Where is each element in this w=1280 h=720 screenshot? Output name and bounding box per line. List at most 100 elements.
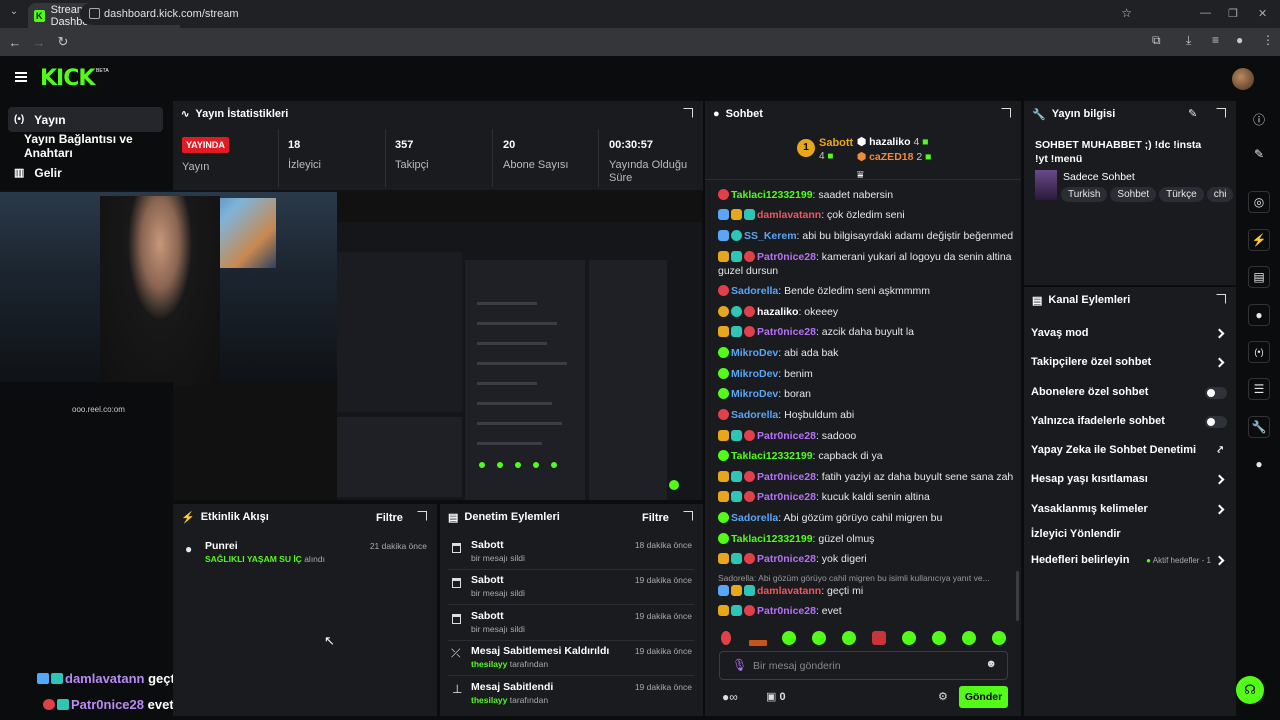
emote-2[interactable] [812,631,826,645]
trash-icon [452,614,461,624]
microphone-icon[interactable]: 🎙 [732,658,747,672]
bookmark-star-icon[interactable]: ☆ [1121,6,1132,20]
chevron-right-icon [1214,474,1225,484]
action-emote-only[interactable]: Yalnızca ifadelerle sohbet [1031,415,1227,428]
emote-bar[interactable] [749,640,767,646]
moderation-popout-icon[interactable] [683,511,693,521]
forward-icon[interactable]: → [27,35,51,50]
emote-only-toggle[interactable] [1205,416,1227,428]
edit-pencil-icon[interactable]: ✎ [1188,107,1197,120]
reply-preview: Sadorella: Abi gözüm görüyo cahil migren… [718,573,990,583]
action-subscribers-only[interactable]: Abonelere özel sohbet [1031,386,1227,399]
emote-6[interactable] [932,631,946,645]
chat-filter-icon[interactable]: ⩸ [857,169,864,182]
send-button[interactable]: Gönder [959,686,1008,708]
site-info-icon[interactable] [89,8,100,19]
emote-8[interactable] [992,631,1006,645]
window-close-icon[interactable]: ✕ [1258,7,1267,20]
activity-filter-button[interactable]: Filtre [376,512,403,524]
rail-camera-icon[interactable]: ◎ [1238,191,1280,213]
edit-icon[interactable]: ✎ [1238,147,1280,161]
action-goals[interactable]: Hedefleri belirleyin ● Aktif hedefler - 1 [1031,554,1227,566]
tag[interactable]: Sohbet [1110,187,1157,202]
nav-item-stream[interactable]: (•) Yayın [8,107,163,132]
rail-list-icon[interactable]: ☰ [1238,378,1280,400]
stream-stats-panel: ∿ Yayın İstatistikleri YAYINDA Yayın 18 … [173,101,703,191]
chat-settings-gear-icon[interactable]: ⚙ [938,690,948,703]
chat-input-wrapper[interactable]: 🎙 Bir mesaj gönderin ☻ [719,651,1008,680]
emote-4[interactable] [872,631,886,645]
rail-broadcast-icon[interactable]: (•) [1238,341,1280,363]
download-icon[interactable]: ⤓ [1186,33,1191,48]
menu-icon[interactable] [15,72,27,82]
profile-icon[interactable]: ● [1236,33,1243,47]
reload-icon[interactable]: ↻ [51,34,75,50]
action-slow-mode[interactable]: Yavaş mod [1031,327,1227,339]
stat-viewers: 18 İzleyici [288,127,383,187]
activity-user: Punrei [205,540,238,552]
info-icon[interactable]: ⓘ [1238,111,1280,128]
followers-label: Takipçi [395,159,429,171]
tab-search-icon[interactable]: ⌄ [6,6,22,22]
nav-item-stream-key[interactable]: Yayın Bağlantısı ve Anahtarı [8,131,163,160]
uptime-value: 00:30:57 [609,139,654,151]
help-chat-icon[interactable]: ☊ [1236,676,1264,704]
top-gifter-count: 4 ■ [819,151,834,162]
action-banned-words[interactable]: Yasaklanmış kelimeler [1031,503,1227,515]
emote-5[interactable] [902,631,916,645]
viewers-count: 18 [288,139,301,151]
subscribers-only-toggle[interactable] [1205,387,1227,399]
action-account-age[interactable]: Hesap yaşı kısıtlaması [1031,473,1227,485]
chat-scrollbar[interactable] [1016,571,1019,621]
moderation-row: ⤫ Mesaj Sabitlemesi Kaldırıldı thesilayy… [448,642,694,676]
user-avatar[interactable] [1232,68,1254,90]
stream-title-text: SOHBET MUHABBET ;) !dc !insta !yt !menü [1035,139,1202,165]
emote-7[interactable] [962,631,976,645]
rail-wrench-icon[interactable]: 🔧 [1238,416,1280,438]
restore-icon[interactable]: ❐ [1228,7,1238,20]
channel-points-icon[interactable]: ●∞ [722,690,738,704]
chat-title: Sohbet [725,108,763,120]
tag-list: Turkish Sohbet Türkçe chi [1061,186,1233,202]
action-ai-moderation[interactable]: Yapay Zeka ile Sohbet Denetimi ⤤ [1031,444,1227,456]
nav-item-revenue[interactable]: ▥ Gelir [8,160,163,185]
followers-count: 357 [395,139,414,151]
rail-doc-icon[interactable]: ▤ [1238,266,1280,288]
address-bar[interactable]: dashboard.kick.com/stream ☆ [80,3,1140,25]
media-icon[interactable]: ≡ [1212,33,1219,47]
broadcast-icon: (•) [14,114,25,125]
kick-logo[interactable]: KICK [40,66,95,91]
popout-icon[interactable] [683,108,693,118]
channel-actions-popout-icon[interactable] [1216,294,1226,304]
emoji-icon[interactable]: ☻ [985,658,997,670]
moderation-row: Sabott bir mesajı sildi 18 dakika önce [448,536,694,570]
emote-fire[interactable] [721,631,731,645]
nav-label-stream-key: Yayın Bağlantısı ve Anahtarı [24,131,133,160]
chat-input[interactable]: Bir mesaj gönderin [753,660,841,672]
tag[interactable]: Turkish [1061,187,1108,202]
minimize-icon[interactable]: — [1200,7,1211,19]
extensions-icon[interactable]: ⧉ [1152,33,1161,48]
stream-info-title: Yayın bilgisi [1051,108,1116,120]
emote-1[interactable] [782,631,796,645]
chat-message: Patr0nice28: fatih yaziyi az daha buyult… [718,471,1013,483]
chat-message: damlavatann: geçti mi [718,585,1013,597]
activity-popout-icon[interactable] [417,511,427,521]
trash-icon [452,543,461,553]
action-followers-only[interactable]: Takipçilere özel sohbet [1031,356,1227,368]
stream-info-popout-icon[interactable] [1216,108,1226,118]
rail-points-icon[interactable]: ● [1238,457,1280,471]
rail-chat-icon[interactable]: ● [1238,304,1280,326]
chat-popout-icon[interactable] [1001,108,1011,118]
back-icon[interactable]: ← [3,35,27,50]
stat-followers: 357 Takipçi [395,127,490,187]
rail-bolt-icon[interactable]: ⚡ [1238,229,1280,251]
browser-menu-icon[interactable]: ⋮ [1262,33,1274,47]
moderation-filter-button[interactable]: Filtre [642,512,669,524]
emote-3[interactable] [842,631,856,645]
kick-favicon-icon: K [34,9,45,22]
tag[interactable]: chi [1206,187,1233,202]
action-raid[interactable]: İzleyici Yönlendir [1031,528,1227,540]
tag[interactable]: Türkçe [1159,187,1204,202]
list-icon: ▤ [1032,294,1043,307]
